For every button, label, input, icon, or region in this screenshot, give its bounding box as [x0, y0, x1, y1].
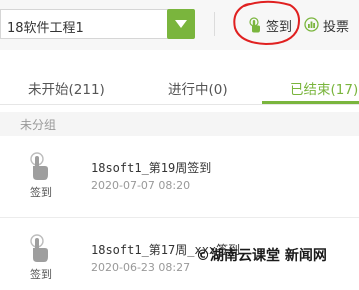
- activity-title: 18soft1_第19周签到: [91, 161, 212, 175]
- toolbar-divider: [214, 12, 215, 36]
- group-header-label: 未分组: [20, 118, 57, 132]
- activity-time: 2020-07-07 08:20: [91, 179, 191, 192]
- activity-type-label: 签到: [30, 186, 52, 199]
- class-select-value: 18软件工程1: [7, 21, 84, 36]
- list-divider: [0, 217, 359, 218]
- activity-item[interactable]: 签到 18soft1_第19周签到 2020-07-07 08:20: [0, 148, 359, 208]
- tab-ended[interactable]: 已结束(17): [290, 78, 358, 98]
- chevron-down-icon: [175, 20, 187, 28]
- vote-label: 投票: [323, 20, 350, 35]
- hand-tap-icon: [247, 17, 263, 37]
- tab-in-progress[interactable]: 进行中(0): [168, 78, 228, 98]
- activity-status-tabs: 未开始(211) 进行中(0) 已结束(17): [0, 70, 359, 104]
- class-select-dropdown-button[interactable]: [167, 9, 195, 39]
- watermark: ©湖南云课堂 新闻网: [196, 248, 327, 264]
- activity-type-label: 签到: [30, 268, 52, 281]
- tab-not-started[interactable]: 未开始(211): [28, 78, 105, 98]
- checkin-label: 签到: [266, 20, 293, 35]
- vote-icon: [304, 17, 319, 36]
- activity-time: 2020-06-23 08:27: [91, 261, 191, 274]
- group-header: 未分组: [0, 112, 359, 136]
- class-select[interactable]: 18软件工程1: [0, 9, 194, 39]
- tabs-divider: [0, 104, 359, 105]
- checkin-button[interactable]: 签到: [247, 15, 297, 35]
- checkin-hand-icon: [28, 152, 50, 186]
- checkin-hand-icon: [28, 234, 50, 268]
- vote-button[interactable]: 投票: [304, 15, 359, 35]
